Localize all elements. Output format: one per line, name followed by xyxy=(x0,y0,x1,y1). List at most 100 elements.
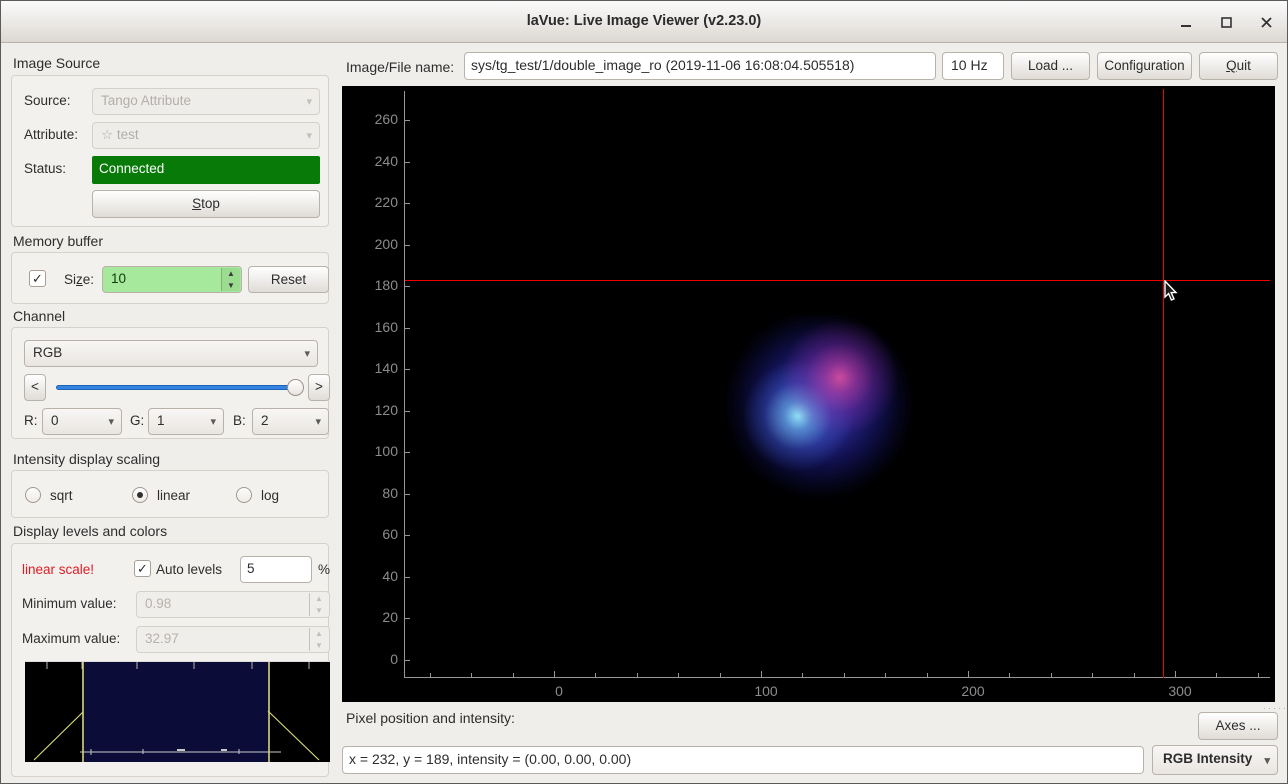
refresh-rate-field[interactable]: 10 Hz xyxy=(942,52,1004,80)
spin-arrows-icon: ▲▼ xyxy=(309,628,328,651)
tick-mark xyxy=(885,673,886,677)
tick-label: 300 xyxy=(1163,683,1197,699)
configuration-button[interactable]: Configuration xyxy=(1097,52,1192,80)
log-radio[interactable] xyxy=(236,487,252,503)
attribute-select: ☆ test ▾ xyxy=(92,122,320,149)
tick-label: 200 xyxy=(956,683,990,699)
file-name-label: Image/File name: xyxy=(346,59,454,75)
chevron-down-icon: ▾ xyxy=(306,95,312,108)
tick-mark xyxy=(405,618,410,619)
channel-slider-track[interactable] xyxy=(56,385,302,390)
tick-mark xyxy=(471,673,472,677)
sqrt-radio[interactable] xyxy=(25,487,41,503)
tick-mark xyxy=(405,328,410,329)
source-label: Source: xyxy=(24,93,71,108)
tick-mark xyxy=(802,673,803,677)
tick-mark xyxy=(513,673,514,677)
reset-button[interactable]: Reset xyxy=(248,266,329,293)
pixel-position-label: Pixel position and intensity: xyxy=(346,710,515,726)
tick-mark xyxy=(405,162,410,163)
tick-label: 0 xyxy=(352,651,398,667)
tick-mark xyxy=(1258,673,1259,677)
image-source-group: Source: Tango Attribute ▾ Attribute: ☆ t… xyxy=(11,75,329,227)
memory-buffer-title: Memory buffer xyxy=(13,233,103,249)
tick-mark xyxy=(405,369,410,370)
tick-label: 200 xyxy=(352,236,398,252)
chevron-down-icon: ▾ xyxy=(306,129,312,142)
titlebar: laVue: Live Image Viewer (v2.23.0) xyxy=(1,1,1287,43)
app-window: laVue: Live Image Viewer (v2.23.0) Image… xyxy=(0,0,1288,784)
display-levels-group: linear scale! ✓ Auto levels 5 % Minimum … xyxy=(11,543,329,777)
auto-levels-checkbox[interactable]: ✓ xyxy=(134,560,151,577)
channel-prev-button[interactable]: < xyxy=(24,374,46,401)
buffer-size-spinbox[interactable]: 10 ▲▼ xyxy=(102,266,242,293)
intensity-scaling-title: Intensity display scaling xyxy=(13,451,160,467)
tick-mark xyxy=(720,673,721,677)
mouse-cursor-icon xyxy=(1164,280,1180,302)
chevron-down-icon: ▾ xyxy=(315,415,321,428)
tick-label: 140 xyxy=(352,360,398,376)
minimize-icon[interactable] xyxy=(1173,9,1199,35)
buffer-checkbox[interactable]: ✓ xyxy=(29,270,46,287)
tick-mark xyxy=(405,452,410,453)
file-name-input[interactable]: sys/tg_test/1/double_image_ro (2019-11-0… xyxy=(464,52,936,80)
source-select: Tango Attribute ▾ xyxy=(92,88,320,115)
max-label: Maximum value: xyxy=(22,631,120,646)
tick-label: 40 xyxy=(352,568,398,584)
pixel-intensity-readout[interactable]: x = 232, y = 189, intensity = (0.00, 0.0… xyxy=(342,746,1144,774)
tick-mark xyxy=(405,411,410,412)
channel-slider-handle[interactable] xyxy=(287,379,304,396)
auto-levels-input[interactable]: 5 xyxy=(240,556,312,583)
max-value-spinbox: 32.97 ▲▼ xyxy=(136,626,330,653)
status-label: Status: xyxy=(24,161,66,176)
channel-next-button[interactable]: > xyxy=(308,374,330,401)
chevron-down-icon: ▾ xyxy=(304,347,310,360)
tick-mark xyxy=(1134,673,1135,677)
tick-mark xyxy=(1092,673,1093,677)
tick-mark xyxy=(405,660,410,661)
window-title: laVue: Live Image Viewer (v2.23.0) xyxy=(1,13,1287,29)
tick-label: 0 xyxy=(542,683,576,699)
tick-mark xyxy=(405,203,410,204)
levels-histogram[interactable] xyxy=(25,661,330,762)
tick-label: 60 xyxy=(352,526,398,542)
load-button[interactable]: Load ... xyxy=(1011,52,1090,80)
x-axis-line xyxy=(404,677,1270,678)
intensity-mode-select[interactable]: RGB Intensity ▾ xyxy=(1152,745,1278,775)
image-plot[interactable]: 0204060801001201401601802002202402600100… xyxy=(342,86,1275,702)
tick-mark xyxy=(405,286,410,287)
close-icon[interactable] xyxy=(1253,9,1279,35)
channel-group: RGB ▾ < > R: 0▾ G: 1▾ B: 2▾ xyxy=(11,327,329,439)
min-label: Minimum value: xyxy=(22,596,117,611)
spin-arrows-icon[interactable]: ▲▼ xyxy=(221,268,240,291)
channel-mode-select[interactable]: RGB ▾ xyxy=(24,340,318,367)
tick-mark xyxy=(430,673,431,677)
quit-button[interactable]: Quit xyxy=(1199,52,1278,80)
b-select[interactable]: 2▾ xyxy=(252,408,329,435)
tick-mark xyxy=(405,494,410,495)
log-label: log xyxy=(261,488,279,503)
stop-button[interactable]: Stop xyxy=(92,190,320,218)
percent-label: % xyxy=(318,562,330,577)
tick-mark xyxy=(927,673,928,677)
tick-mark xyxy=(1051,673,1052,677)
sqrt-label: sqrt xyxy=(50,488,73,503)
axes-button[interactable]: Axes ... xyxy=(1198,712,1278,740)
b-label: B: xyxy=(233,413,246,428)
star-icon: ☆ xyxy=(101,127,113,142)
linear-radio[interactable] xyxy=(132,487,148,503)
tick-mark xyxy=(761,671,762,677)
memory-buffer-group: ✓ Size: 10 ▲▼ Reset xyxy=(11,252,329,304)
r-select[interactable]: 0▾ xyxy=(42,408,122,435)
tick-mark xyxy=(405,577,410,578)
tick-label: 100 xyxy=(352,443,398,459)
intensity-scaling-group: sqrt linear log xyxy=(11,470,329,518)
status-badge: Connected xyxy=(92,156,320,184)
tick-label: 240 xyxy=(352,153,398,169)
r-label: R: xyxy=(24,413,38,428)
maximize-icon[interactable] xyxy=(1213,9,1239,35)
tick-mark xyxy=(1175,671,1176,677)
g-select[interactable]: 1▾ xyxy=(148,408,224,435)
auto-levels-label: Auto levels xyxy=(156,562,222,577)
min-value-spinbox: 0.98 ▲▼ xyxy=(136,591,330,618)
